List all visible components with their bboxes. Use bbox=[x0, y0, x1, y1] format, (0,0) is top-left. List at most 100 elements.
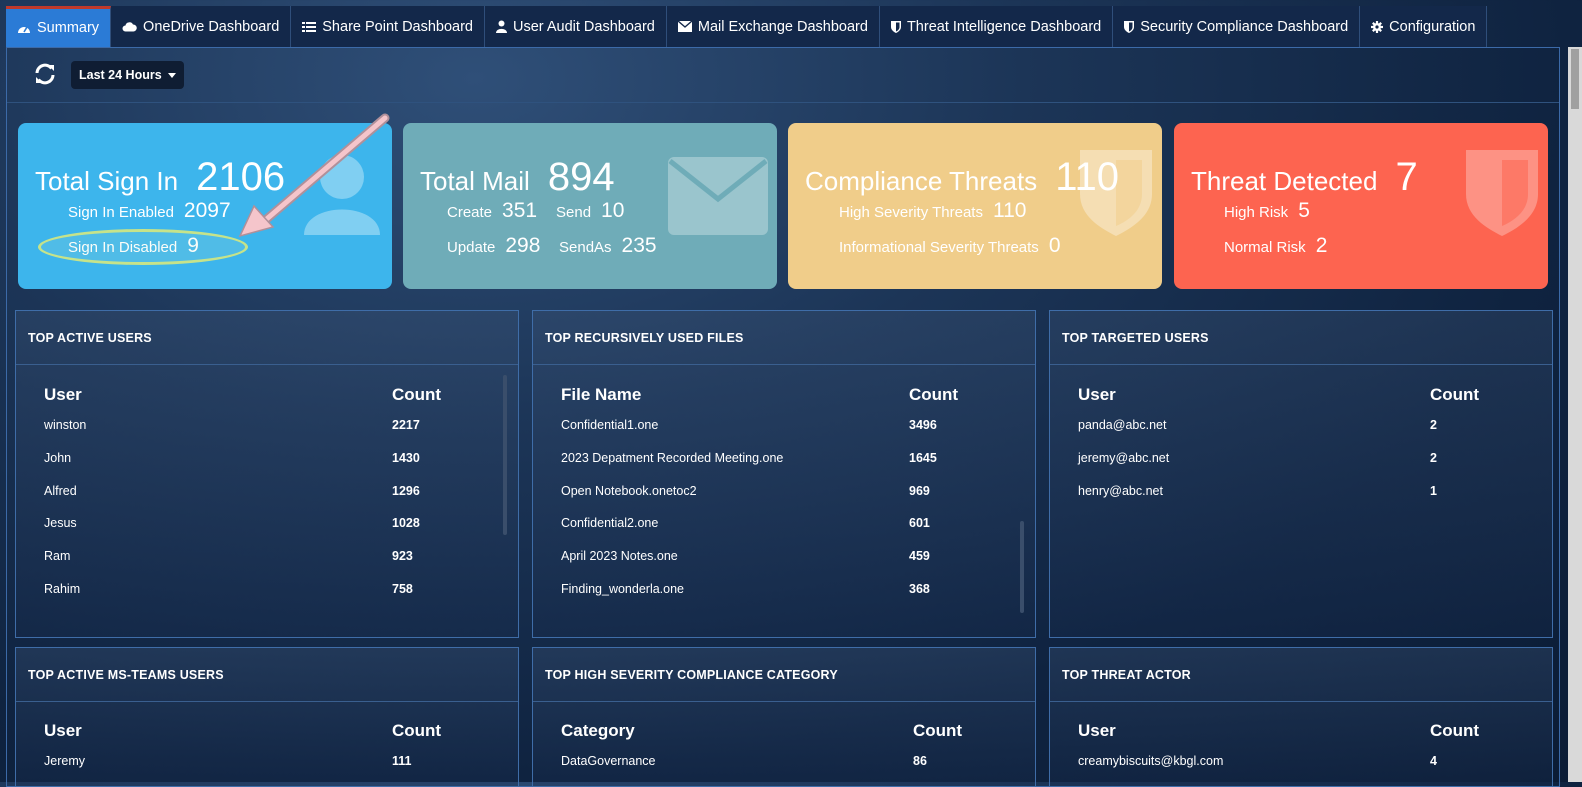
tab-label: Configuration bbox=[1389, 18, 1476, 35]
table-header: User Count bbox=[1078, 721, 1518, 745]
tab-label: Mail Exchange Dashboard bbox=[697, 18, 868, 35]
tab-configuration[interactable]: Configuration bbox=[1360, 6, 1488, 47]
mail-update-stat: Update 298 bbox=[447, 234, 540, 258]
cell-count: 969 bbox=[909, 483, 930, 498]
table-row[interactable]: Jeremy 111 bbox=[44, 745, 484, 778]
user-icon bbox=[496, 20, 508, 33]
cell-user: Jesus bbox=[44, 516, 77, 531]
envelope-icon bbox=[668, 157, 768, 235]
table-header: File Name Count bbox=[561, 385, 1001, 409]
informational-severity-threats-row: Informational Severity Threats 0 bbox=[839, 234, 1061, 258]
tab-label: Share Point Dashboard bbox=[322, 18, 474, 35]
window-scrollbar[interactable] bbox=[1568, 47, 1582, 782]
table-row[interactable]: jeremy@abc.net 2 bbox=[1078, 442, 1518, 475]
table-row[interactable]: Ram 923 bbox=[44, 540, 484, 573]
table-row[interactable]: creamybiscuits@kbgl.com 4 bbox=[1078, 745, 1518, 778]
panel-title: TOP ACTIVE MS-TEAMS USERS bbox=[16, 648, 518, 702]
shield-icon bbox=[890, 20, 901, 33]
table-row[interactable]: panda@abc.net 2 bbox=[1078, 409, 1518, 442]
stat-label: SendAs bbox=[559, 239, 612, 256]
table-row[interactable]: Alfred 1296 bbox=[44, 474, 484, 507]
tab-summary[interactable]: Summary bbox=[6, 6, 112, 47]
table-row[interactable]: Open Notebook.onetoc2 969 bbox=[561, 474, 1001, 507]
table-row[interactable]: Finding_wonderla.one 368 bbox=[561, 572, 1001, 605]
stat-label: Informational Severity Threats bbox=[839, 239, 1039, 256]
table-row[interactable]: DataGovernance 86 bbox=[561, 745, 1001, 778]
tab-label: Security Compliance Dashboard bbox=[1140, 18, 1349, 35]
cell-user: Alfred bbox=[44, 483, 77, 498]
total-mail-card[interactable]: Total Mail 894 Create 351 Send 10 Update… bbox=[403, 123, 777, 289]
compliance-threats-card[interactable]: Compliance Threats 110 High Severity Thr… bbox=[788, 123, 1162, 289]
table-row[interactable]: henry@abc.net 1 bbox=[1078, 474, 1518, 507]
table-row[interactable]: Confidential2.one 601 bbox=[561, 507, 1001, 540]
panel-title: TOP RECURSIVELY USED FILES bbox=[533, 311, 1035, 365]
table-row[interactable]: April 2023 Notes.one 459 bbox=[561, 540, 1001, 573]
card-title: Compliance Threats 110 bbox=[805, 155, 1119, 200]
envelope-icon bbox=[677, 21, 692, 32]
high-risk-row: High Risk 5 bbox=[1224, 199, 1310, 223]
column-header: Count bbox=[909, 385, 959, 404]
tab-user-audit[interactable]: User Audit Dashboard bbox=[485, 6, 667, 47]
cell-count: 1 bbox=[1430, 483, 1437, 498]
threat-detected-card[interactable]: Threat Detected 7 High Risk 5 Normal Ris… bbox=[1174, 123, 1548, 289]
card-total: 2106 bbox=[196, 155, 286, 199]
tab-security-compliance[interactable]: Security Compliance Dashboard bbox=[1113, 6, 1361, 47]
cell-file-name: Confidential1.one bbox=[561, 418, 659, 433]
card-title: Total Sign In 2106 bbox=[35, 155, 285, 200]
table-row[interactable]: Rahim 758 bbox=[44, 572, 484, 605]
table-row[interactable]: Jesus 1028 bbox=[44, 507, 484, 540]
table-header: User Count bbox=[44, 721, 484, 745]
column-header: User bbox=[44, 385, 82, 404]
top-threat-actor-panel: TOP THREAT ACTOR User Count creamybiscui… bbox=[1049, 647, 1553, 787]
tab-label: Threat Intelligence Dashboard bbox=[906, 18, 1102, 35]
cell-count: 111 bbox=[392, 754, 412, 769]
time-range-dropdown[interactable]: Last 24 Hours bbox=[71, 61, 184, 89]
column-header: Count bbox=[913, 721, 963, 740]
card-title-label: Total Sign In bbox=[35, 166, 179, 196]
refresh-icon[interactable] bbox=[33, 62, 57, 86]
panel-scrollbar[interactable] bbox=[1020, 521, 1024, 613]
table-row[interactable]: Confidential1.one 3496 bbox=[561, 409, 1001, 442]
stat-value: 110 bbox=[992, 199, 1027, 222]
table-row[interactable]: winston 2217 bbox=[44, 409, 484, 442]
top-high-severity-compliance-category-panel: TOP HIGH SEVERITY COMPLIANCE CATEGORY Ca… bbox=[532, 647, 1036, 787]
total-sign-in-card[interactable]: Total Sign In 2106 Sign In Enabled 2097 … bbox=[18, 123, 392, 289]
tab-mail-exchange[interactable]: Mail Exchange Dashboard bbox=[666, 6, 880, 47]
tab-onedrive[interactable]: OneDrive Dashboard bbox=[111, 6, 292, 47]
stat-value: 5 bbox=[1298, 199, 1310, 222]
scrollbar-thumb[interactable] bbox=[1571, 49, 1579, 109]
cell-count: 4 bbox=[1430, 754, 1437, 769]
tab-sharepoint[interactable]: Share Point Dashboard bbox=[291, 6, 486, 47]
table-row[interactable]: 2023 Depatment Recorded Meeting.one 1645 bbox=[561, 442, 1001, 475]
column-header: Category bbox=[561, 721, 635, 740]
panel-title: TOP THREAT ACTOR bbox=[1050, 648, 1552, 702]
top-active-users-panel: TOP ACTIVE USERS User Count winston 2217 … bbox=[15, 310, 519, 638]
card-title: Threat Detected 7 bbox=[1191, 155, 1418, 200]
mail-create-stat: Create 351 bbox=[447, 199, 537, 223]
caret-down-icon bbox=[167, 72, 176, 78]
cell-user: henry@abc.net bbox=[1078, 483, 1163, 498]
table-row[interactable]: John 1430 bbox=[44, 442, 484, 475]
stat-label: Sign In Enabled bbox=[68, 204, 174, 221]
cell-user: Jeremy bbox=[44, 754, 85, 769]
panel-scrollbar[interactable] bbox=[503, 375, 507, 535]
top-targeted-users-panel: TOP TARGETED USERS User Count panda@abc.… bbox=[1049, 310, 1553, 638]
cell-user: John bbox=[44, 451, 72, 466]
card-title: Total Mail 894 bbox=[420, 155, 615, 200]
stat-value: 2097 bbox=[183, 199, 231, 222]
cell-user: Rahim bbox=[44, 581, 81, 596]
cell-file-name: April 2023 Notes.one bbox=[561, 549, 678, 564]
stat-value: 0 bbox=[1048, 234, 1061, 257]
high-severity-threats-row: High Severity Threats 110 bbox=[839, 199, 1026, 223]
tab-label: Summary bbox=[37, 20, 100, 36]
sign-in-enabled-row: Sign In Enabled 2097 bbox=[68, 199, 231, 223]
column-header: User bbox=[44, 721, 82, 740]
panel-title: TOP TARGETED USERS bbox=[1050, 311, 1552, 365]
data-table: File Name Count Confidential1.one 3496 20… bbox=[561, 385, 1001, 605]
shield-icon bbox=[1466, 150, 1538, 236]
cell-user: winston bbox=[44, 418, 87, 433]
top-recursively-used-files-panel: TOP RECURSIVELY USED FILES File Name Cou… bbox=[532, 310, 1036, 638]
cell-file-name: Confidential2.one bbox=[561, 516, 659, 531]
cell-user: panda@abc.net bbox=[1078, 418, 1167, 433]
tab-threat-intelligence[interactable]: Threat Intelligence Dashboard bbox=[879, 6, 1114, 47]
